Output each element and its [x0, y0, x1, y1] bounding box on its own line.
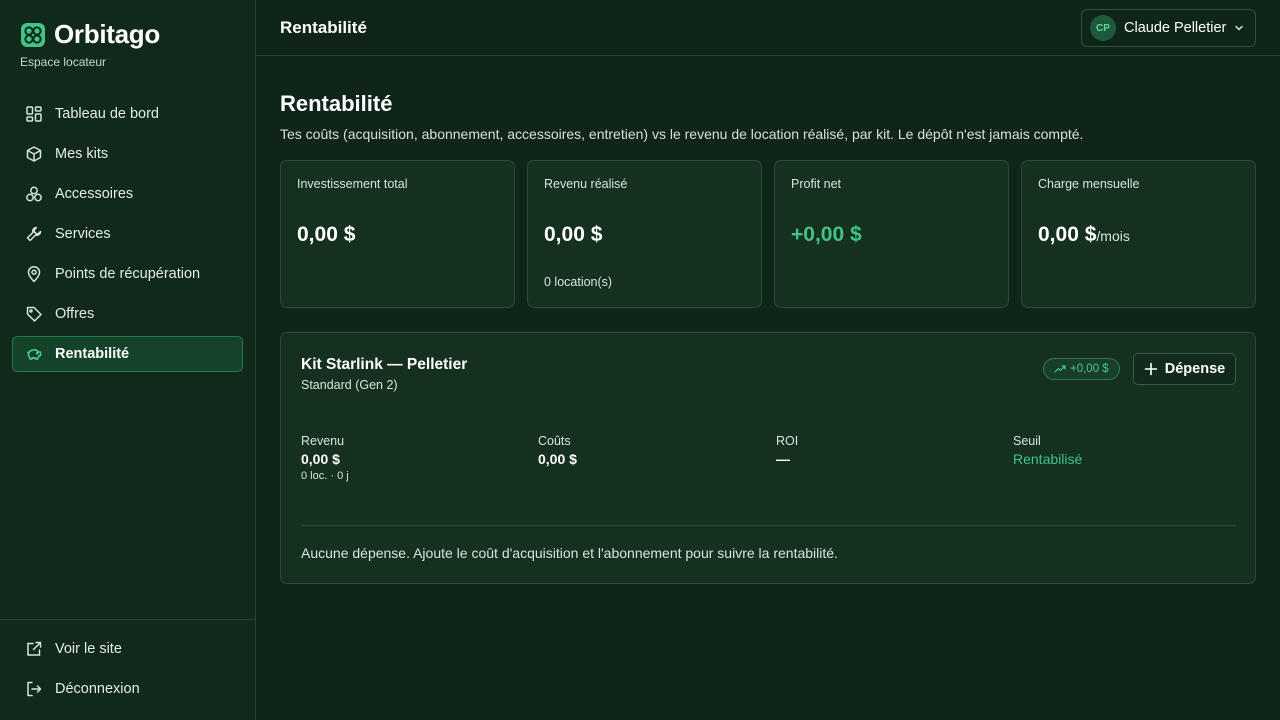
piggy-bank-icon — [25, 345, 43, 363]
sidebar-item-label: Déconnexion — [55, 681, 140, 697]
user-menu-button[interactable]: CP Claude Pelletier — [1081, 9, 1256, 47]
stat-unit: /mois — [1096, 228, 1130, 244]
sidebar-item-label: Points de récupération — [55, 266, 201, 282]
metric-sub: 0 loc. · 0 j — [301, 470, 349, 482]
metric-costs: Coûts 0,00 $ — [538, 434, 577, 467]
wrench-icon — [25, 225, 43, 243]
stat-value: 0,00 $ — [544, 223, 603, 246]
tag-icon — [25, 305, 43, 323]
map-pin-icon — [25, 265, 43, 283]
sidebar-item-label: Voir le site — [55, 641, 122, 657]
orbitago-logo-icon — [20, 22, 46, 48]
stat-card-net-profit: Profit net +0,00 $ — [774, 160, 1009, 308]
brand[interactable]: Orbitago — [20, 19, 160, 50]
brand-subtitle: Espace locateur — [20, 55, 107, 69]
stat-value: +0,00 $ — [791, 223, 862, 246]
sidebar-item-profitability[interactable]: Rentabilité — [12, 336, 243, 372]
add-expense-label: Dépense — [1164, 361, 1226, 377]
sidebar-item-offers[interactable]: Offres — [12, 296, 243, 332]
accessories-icon — [25, 185, 43, 203]
stats-row: Investissement total 0,00 $ Revenu réali… — [280, 160, 1256, 308]
metric-label: Revenu — [301, 434, 345, 448]
metric-value: 0,00 $ — [538, 451, 577, 467]
logout-button[interactable]: Déconnexion — [12, 671, 243, 707]
sidebar-item-label: Accessoires — [55, 186, 134, 202]
sidebar-item-label: Mes kits — [55, 146, 109, 162]
stat-label: Investissement total — [297, 177, 408, 191]
sidebar-nav: Tableau de bord Mes kits Accessoires Ser… — [12, 96, 243, 376]
profit-badge-value: +0,00 $ — [1070, 363, 1109, 375]
profit-badge: +0,00 $ — [1043, 358, 1120, 380]
view-site-link[interactable]: Voir le site — [12, 631, 243, 667]
sidebar: Orbitago Espace locateur Tableau de bord… — [0, 0, 256, 720]
sidebar-item-dashboard[interactable]: Tableau de bord — [12, 96, 243, 132]
page-subtitle: Tes coûts (acquisition, abonnement, acce… — [280, 126, 1084, 142]
top-bar: Rentabilité CP Claude Pelletier — [256, 0, 1280, 56]
metric-threshold: Seuil Rentabilisé — [1013, 434, 1082, 467]
sidebar-item-kits[interactable]: Mes kits — [12, 136, 243, 172]
sidebar-item-pickup-points[interactable]: Points de récupération — [12, 256, 243, 292]
empty-expenses-message: Aucune dépense. Ajoute le coût d'acquisi… — [301, 545, 838, 561]
stat-label: Profit net — [791, 177, 842, 191]
metric-value: — — [776, 451, 790, 467]
external-link-icon — [25, 640, 43, 658]
metric-label: ROI — [776, 434, 799, 448]
stat-value: 0,00 $ — [297, 223, 356, 246]
metric-label: Seuil — [1013, 434, 1041, 448]
page-title: Rentabilité — [280, 91, 393, 116]
user-name: Claude Pelletier — [1124, 20, 1227, 36]
plus-icon — [1144, 362, 1158, 376]
topbar-title: Rentabilité — [280, 18, 367, 37]
kit-name: Kit Starlink — Pelletier — [301, 356, 468, 373]
brand-name: Orbitago — [54, 19, 160, 49]
metric-label: Coûts — [538, 434, 571, 448]
dashboard-icon — [25, 105, 43, 123]
stat-card-realized-revenue: Revenu réalisé 0,00 $ 0 location(s) — [527, 160, 762, 308]
sidebar-item-label: Offres — [55, 306, 95, 322]
stat-value: 0,00 $ — [1038, 223, 1097, 246]
metric-roi: ROI — — [776, 434, 798, 467]
add-expense-button[interactable]: Dépense — [1133, 353, 1236, 385]
kit-model: Standard (Gen 2) — [301, 378, 398, 392]
sidebar-item-label: Services — [55, 226, 111, 242]
sidebar-item-services[interactable]: Services — [12, 216, 243, 252]
metric-value: 0,00 $ — [301, 451, 340, 467]
sidebar-footer: Voir le site Déconnexion — [0, 619, 255, 711]
avatar: CP — [1090, 15, 1116, 41]
box-icon — [25, 145, 43, 163]
sidebar-item-label: Rentabilité — [55, 346, 130, 362]
stat-card-monthly-charge: Charge mensuelle 0,00 $/mois — [1021, 160, 1256, 308]
trending-up-icon — [1054, 365, 1066, 373]
stat-value-wrap: 0,00 $/mois — [1038, 223, 1130, 247]
stat-label: Charge mensuelle — [1038, 177, 1140, 191]
sidebar-item-accessories[interactable]: Accessoires — [12, 176, 243, 212]
stat-card-total-investment: Investissement total 0,00 $ — [280, 160, 515, 308]
rental-count: 0 location(s) — [544, 275, 613, 289]
metric-value: Rentabilisé — [1013, 451, 1083, 467]
chevron-down-icon — [1235, 25, 1243, 31]
stat-label: Revenu réalisé — [544, 177, 628, 191]
metric-revenue: Revenu 0,00 $ 0 loc. · 0 j — [301, 434, 349, 482]
kit-card: Kit Starlink — Pelletier Standard (Gen 2… — [280, 332, 1256, 584]
sidebar-item-label: Tableau de bord — [55, 106, 159, 122]
divider — [301, 525, 1236, 526]
logout-icon — [25, 680, 43, 698]
